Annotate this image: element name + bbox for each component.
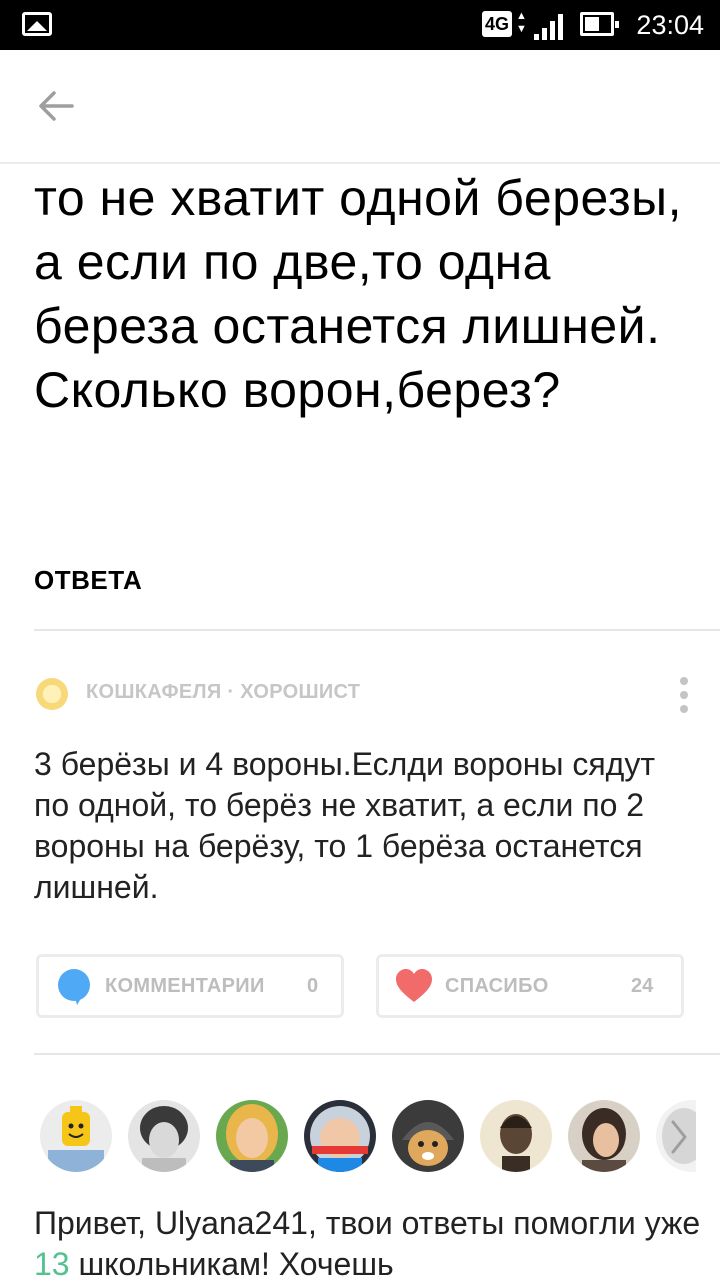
comments-count: 0 <box>307 975 319 997</box>
clock: 23:04 <box>636 10 704 40</box>
arrow-left-icon[interactable] <box>36 88 76 124</box>
comments-label: КОММЕНТАРИИ <box>105 975 265 997</box>
chevron-right-icon[interactable] <box>668 1118 690 1156</box>
thanks-count: 24 <box>631 975 654 997</box>
question-text: то не хватит одной березы, а если по две… <box>34 170 682 418</box>
user-avatar[interactable] <box>40 1100 112 1172</box>
thanks-label: СПАСИБО <box>445 975 549 997</box>
user-avatar[interactable] <box>392 1100 464 1172</box>
user-avatar[interactable] <box>568 1100 640 1172</box>
heart-icon <box>395 969 433 1003</box>
app-screen: 4G ▲ ▼ 23:04 то не хватит одной березы, а… <box>0 0 720 1280</box>
promo-message: Привет, Ulyana241, твои ответы помогли у… <box>34 1203 714 1280</box>
network-arrows-icon: ▲ ▼ <box>516 10 527 35</box>
author-name[interactable]: КОШКАФЕЛЯ <box>86 681 222 703</box>
gallery-icon <box>22 12 52 36</box>
comments-button[interactable]: КОММЕНТАРИИ 0 <box>36 954 344 1018</box>
author-rank: ХОРОШИСТ <box>240 681 361 703</box>
promo-suffix: школьникам! Хочешь <box>69 1246 394 1280</box>
author-line[interactable]: КОШКАФЕЛЯ · ХОРОШИСТ <box>86 681 360 704</box>
promo-prefix: Привет, Ulyana241, твои ответы помогли у… <box>34 1205 701 1241</box>
user-avatar[interactable] <box>480 1100 552 1172</box>
user-avatar[interactable] <box>128 1100 200 1172</box>
signal-icon <box>532 12 568 40</box>
answer-text: 3 берёзы и 4 вороны.Еслди вороны сядут п… <box>34 746 655 905</box>
divider <box>34 629 720 631</box>
battery-icon <box>580 12 619 36</box>
author-separator: · <box>227 681 235 703</box>
header-divider <box>0 162 720 164</box>
comment-bubble-icon <box>55 968 93 1006</box>
helped-count: 13 <box>34 1246 70 1280</box>
answers-heading: ОТВЕТА <box>34 565 143 595</box>
status-bar: 4G ▲ ▼ 23:04 <box>0 0 720 50</box>
more-vertical-icon[interactable] <box>678 677 690 713</box>
user-avatar[interactable] <box>216 1100 288 1172</box>
thanks-button[interactable]: СПАСИБО 24 <box>376 954 684 1018</box>
user-avatar[interactable] <box>304 1100 376 1172</box>
network-type: 4G <box>482 11 513 37</box>
author-avatar[interactable] <box>36 678 68 710</box>
divider <box>34 1053 720 1055</box>
